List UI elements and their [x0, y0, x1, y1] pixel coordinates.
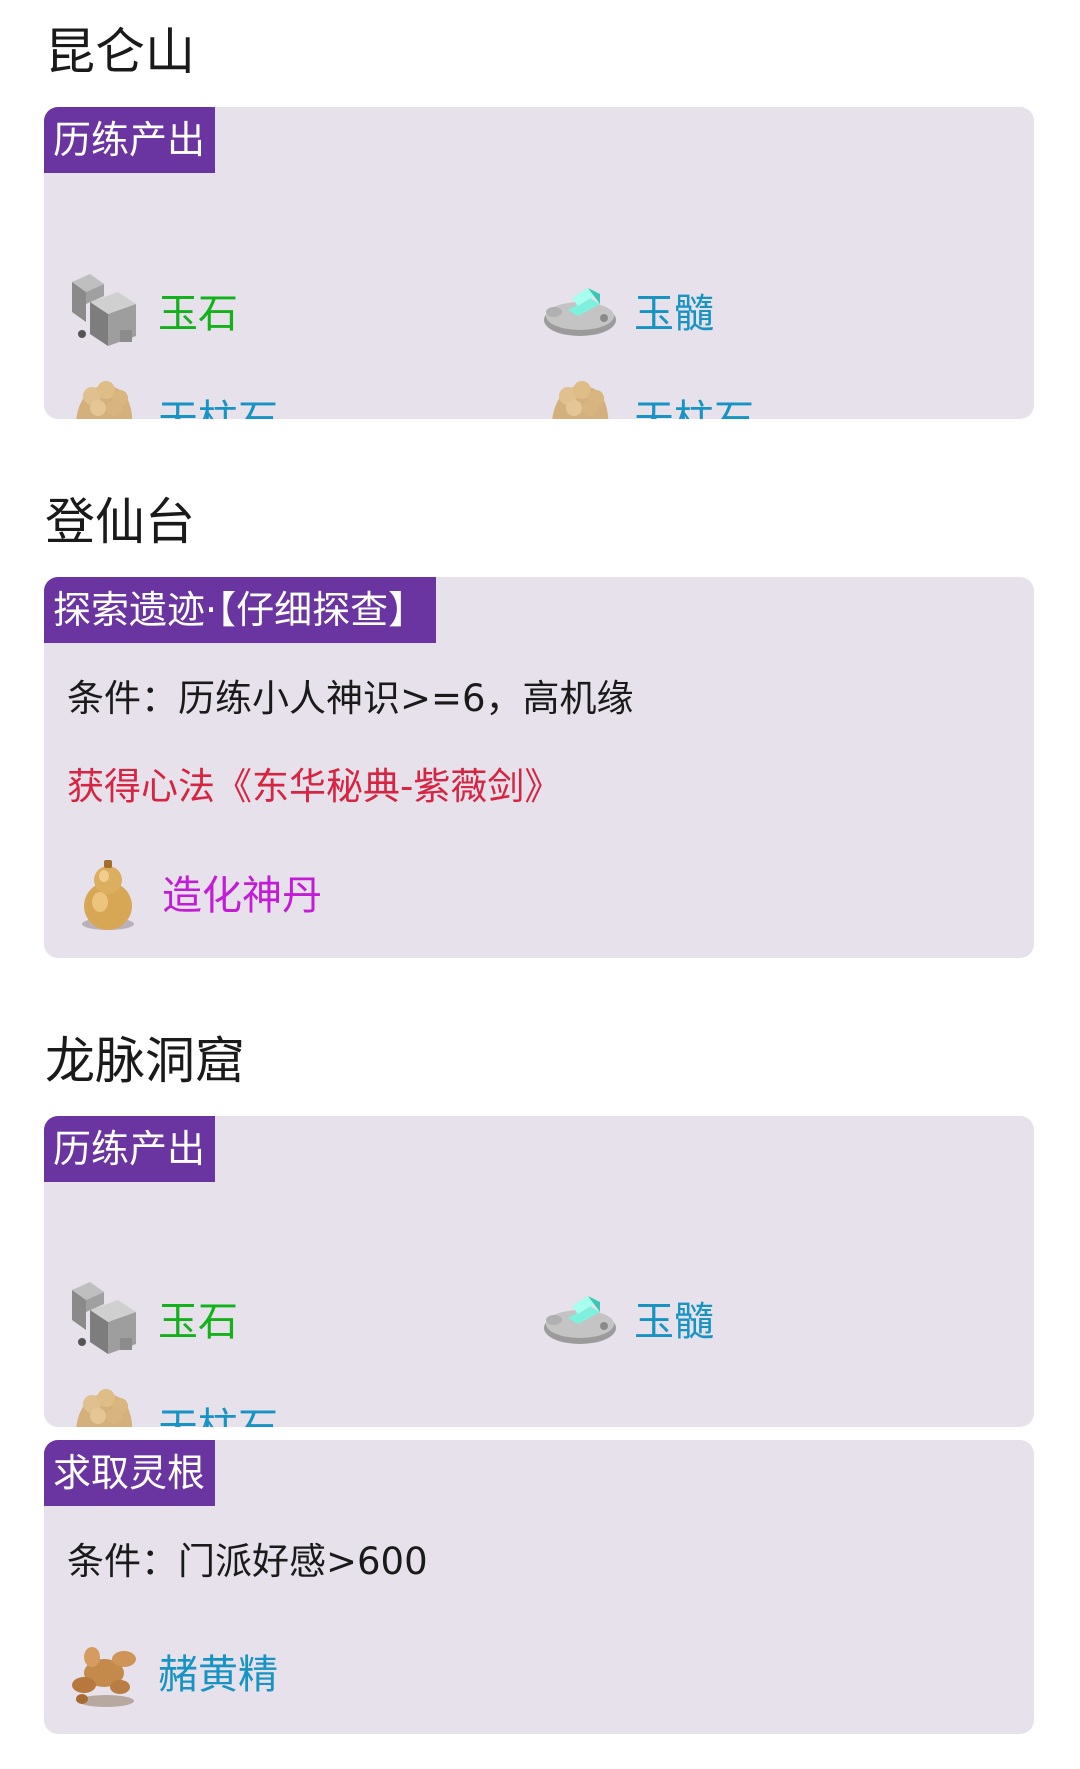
item-label: 赭黄精 — [158, 1652, 278, 1698]
spirit-root-card: 求取灵根 条件：门派好感>600 赭黄精 — [44, 1440, 1034, 1734]
jade-marrow-icon — [544, 288, 616, 336]
item-entry[interactable]: 天柱石 — [538, 371, 754, 419]
gourd-icon — [82, 860, 134, 930]
output-card: 历练产出 玉石 玉髓 天柱石 — [44, 1116, 1034, 1427]
item-entry[interactable]: 赭黄精 — [62, 1626, 278, 1716]
item-entry[interactable]: 玉石 — [62, 1273, 238, 1363]
card-tag: 历练产出 — [44, 1116, 216, 1182]
reward-text: 获得心法《东华秘典-紫薇剑》 — [67, 765, 562, 808]
pillar-stone-icon — [69, 380, 141, 419]
item-entry[interactable]: 造化神丹 — [66, 847, 322, 937]
item-entry[interactable]: 玉髓 — [538, 265, 714, 355]
jade-stone-icon — [72, 1282, 136, 1354]
item-entry[interactable]: 天柱石 — [62, 371, 278, 419]
pillar-stone-icon — [545, 380, 617, 419]
explore-card: 探索遗迹·【仔细探查】 条件：历练小人神识>=6，高机缘 获得心法《东华秘典-紫… — [44, 577, 1034, 958]
item-entry[interactable]: 玉髓 — [538, 1273, 714, 1363]
section-title: 昆仑山 — [45, 23, 195, 81]
section-title: 龙脉洞窟 — [45, 1032, 245, 1090]
item-label: 玉髓 — [634, 1299, 714, 1345]
jade-stone-icon — [72, 274, 136, 346]
item-label: 玉石 — [158, 1299, 238, 1345]
item-entry[interactable]: 玉石 — [62, 265, 238, 355]
ginseng-root-icon — [72, 1647, 136, 1707]
card-tag: 求取灵根 — [44, 1440, 216, 1506]
section-title: 登仙台 — [45, 493, 195, 551]
item-label: 天柱石 — [158, 387, 278, 419]
jade-marrow-icon — [544, 1296, 616, 1344]
condition-text: 条件：门派好感>600 — [67, 1540, 428, 1583]
output-card: 历练产出 玉石 玉髓 天柱石 天柱石 — [44, 107, 1034, 419]
item-label: 玉石 — [158, 291, 238, 337]
item-label: 玉髓 — [634, 291, 714, 337]
condition-text: 条件：历练小人神识>=6，高机缘 — [67, 677, 634, 720]
item-entry[interactable]: 天柱石 — [62, 1379, 278, 1427]
card-tag: 探索遗迹·【仔细探查】 — [44, 577, 437, 643]
item-label: 天柱石 — [158, 1395, 278, 1427]
item-label: 天柱石 — [634, 387, 754, 419]
item-label: 造化神丹 — [162, 873, 322, 919]
pillar-stone-icon — [69, 1388, 141, 1427]
card-tag: 历练产出 — [44, 107, 216, 173]
